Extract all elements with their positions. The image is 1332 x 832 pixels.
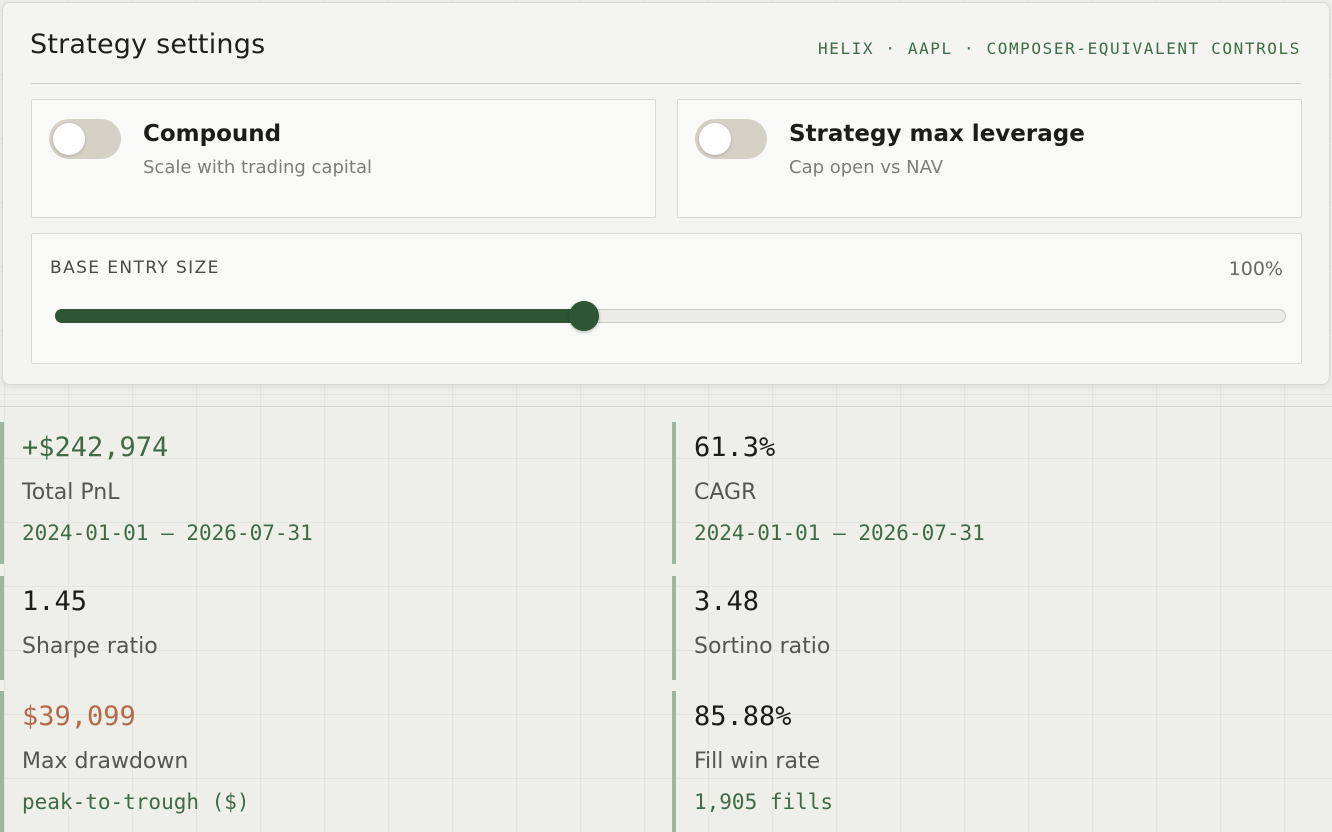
metric-label: Fill win rate <box>694 749 821 774</box>
metric-label: Sortino ratio <box>694 634 831 659</box>
panel-meta: HELIX · AAPL · COMPOSER-EQUIVALENT CONTR… <box>817 39 1301 58</box>
section-divider <box>0 406 1332 407</box>
metric-label: Max drawdown <box>22 749 189 774</box>
metric-value: 85.88% <box>694 701 792 732</box>
metric-sub: 2024-01-01 – 2026-07-31 <box>22 521 313 545</box>
metric-max-drawdown: $39,099 Max drawdown peak-to-trough ($) <box>0 691 660 832</box>
metric-value: 3.48 <box>694 586 760 617</box>
compound-subtitle: Scale with trading capital <box>143 157 372 178</box>
metric-cagr: 61.3% CAGR 2024-01-01 – 2026-07-31 <box>672 422 1332 564</box>
base-entry-size-slider[interactable] <box>55 301 1286 331</box>
panel-divider <box>31 83 1301 84</box>
compound-toggle[interactable] <box>49 119 121 159</box>
metric-total-pnl: +$242,974 Total PnL 2024-01-01 – 2026-07… <box>0 422 660 564</box>
slider-thumb[interactable] <box>569 301 599 331</box>
metric-value: 1.45 <box>22 586 88 617</box>
base-entry-size-value: 100% <box>1228 258 1283 280</box>
metric-sub: 1,905 fills <box>694 790 834 814</box>
panel-title: Strategy settings <box>30 29 266 60</box>
metric-value: +$242,974 <box>22 432 169 463</box>
max-leverage-card: Strategy max leverage Cap open vs NAV <box>677 99 1302 218</box>
max-leverage-subtitle: Cap open vs NAV <box>789 157 944 178</box>
compound-title: Compound <box>143 121 282 147</box>
metric-value: $39,099 <box>22 701 136 732</box>
base-entry-size-card: BASE ENTRY SIZE 100% <box>31 233 1302 364</box>
slider-fill <box>55 309 584 323</box>
metric-label: Total PnL <box>22 480 120 505</box>
metric-sortino: 3.48 Sortino ratio <box>672 576 1332 680</box>
metric-label: CAGR <box>694 480 757 505</box>
compound-card: Compound Scale with trading capital <box>31 99 656 218</box>
toggle-knob <box>699 123 731 155</box>
max-leverage-title: Strategy max leverage <box>789 121 1085 147</box>
metric-sub: 2024-01-01 – 2026-07-31 <box>694 521 985 545</box>
metric-fill-win-rate: 85.88% Fill win rate 1,905 fills <box>672 691 1332 832</box>
strategy-settings-panel: Strategy settings HELIX · AAPL · COMPOSE… <box>2 2 1330 385</box>
max-leverage-toggle[interactable] <box>695 119 767 159</box>
metric-sharpe: 1.45 Sharpe ratio <box>0 576 660 680</box>
toggle-knob <box>53 123 85 155</box>
metric-value: 61.3% <box>694 432 776 463</box>
metric-label: Sharpe ratio <box>22 634 158 659</box>
metric-sub: peak-to-trough ($) <box>22 790 250 814</box>
base-entry-size-label: BASE ENTRY SIZE <box>50 258 220 278</box>
